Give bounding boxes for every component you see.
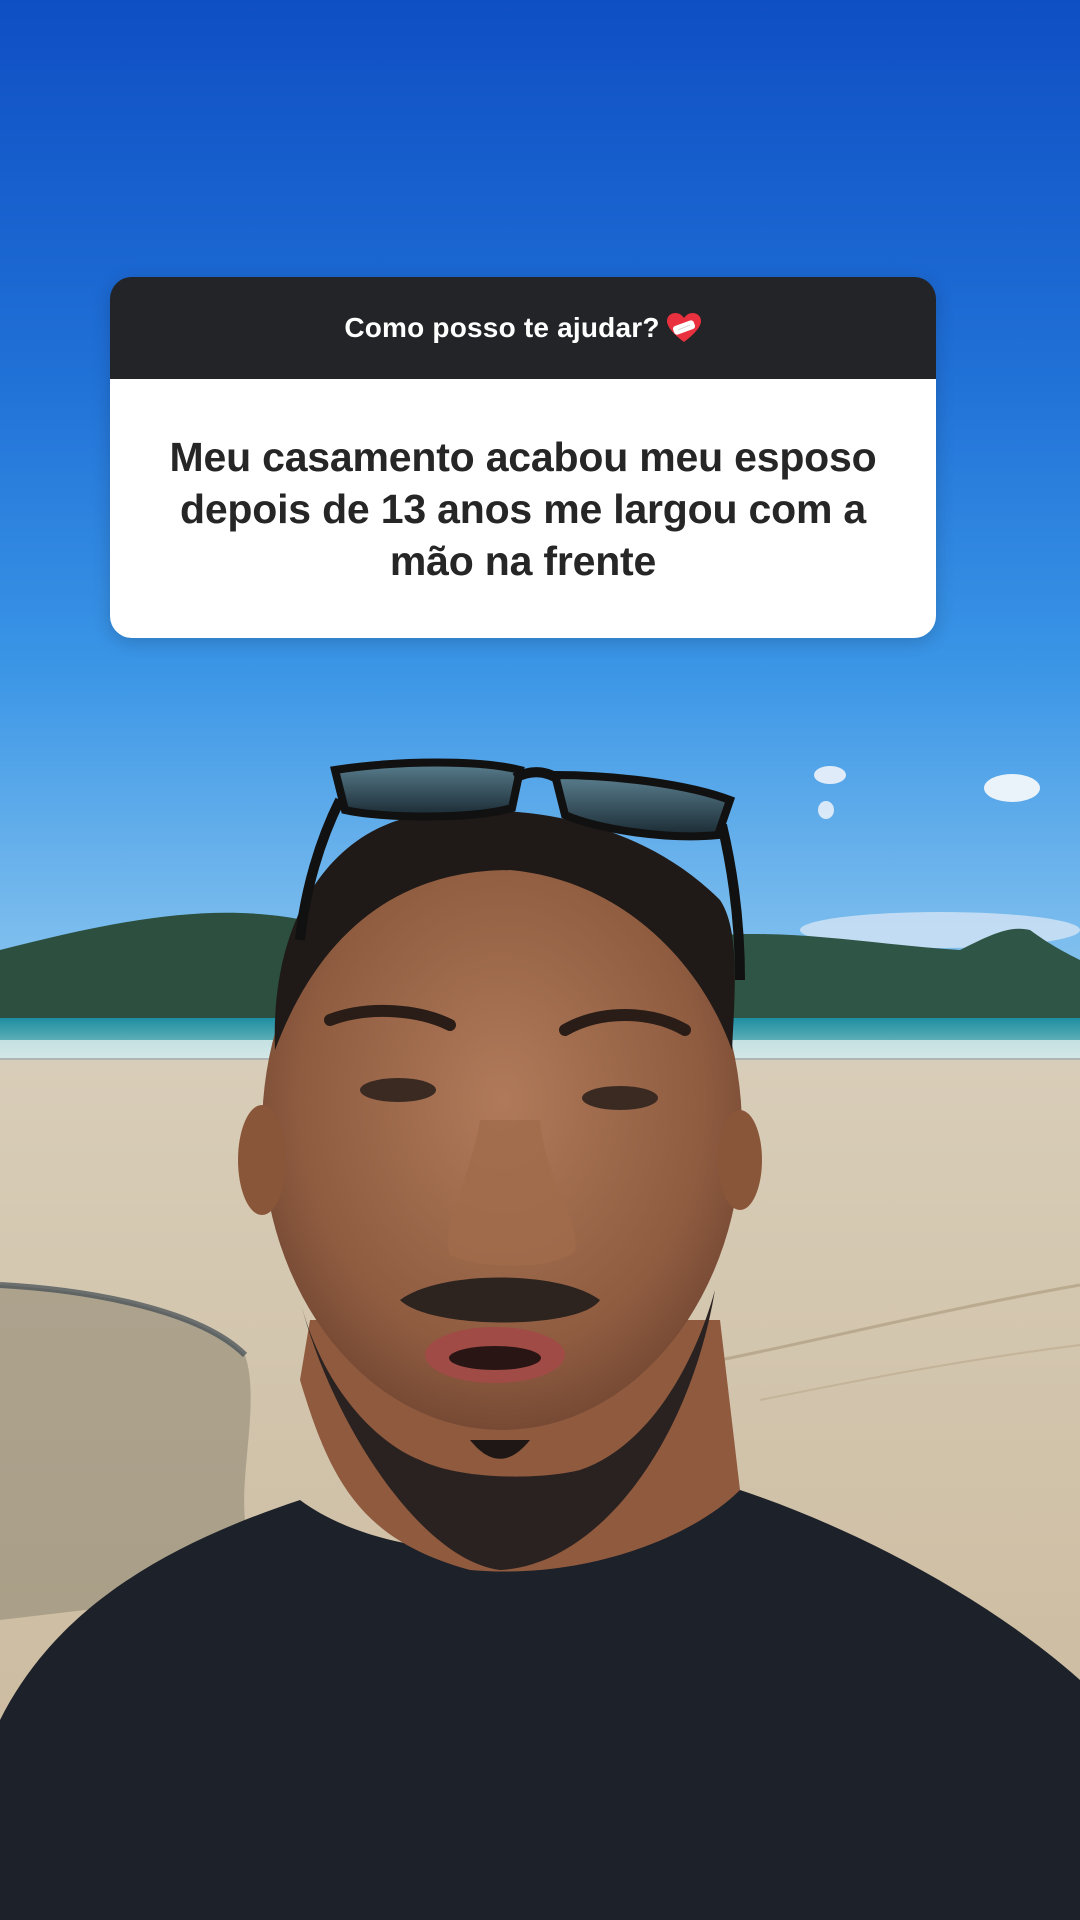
question-sticker[interactable]: Como posso te ajudar? Meu casamento acab…	[110, 277, 936, 638]
story-viewer: Como posso te ajudar? Meu casamento acab…	[0, 0, 1080, 1920]
question-prompt-text: Como posso te ajudar?	[344, 312, 660, 343]
answer-text: Meu casamento acabou meu esposo depois d…	[169, 433, 877, 584]
question-prompt-bar: Como posso te ajudar?	[110, 277, 936, 379]
answer-panel: Meu casamento acabou meu esposo depois d…	[110, 379, 936, 638]
mending-heart-icon	[666, 313, 701, 342]
